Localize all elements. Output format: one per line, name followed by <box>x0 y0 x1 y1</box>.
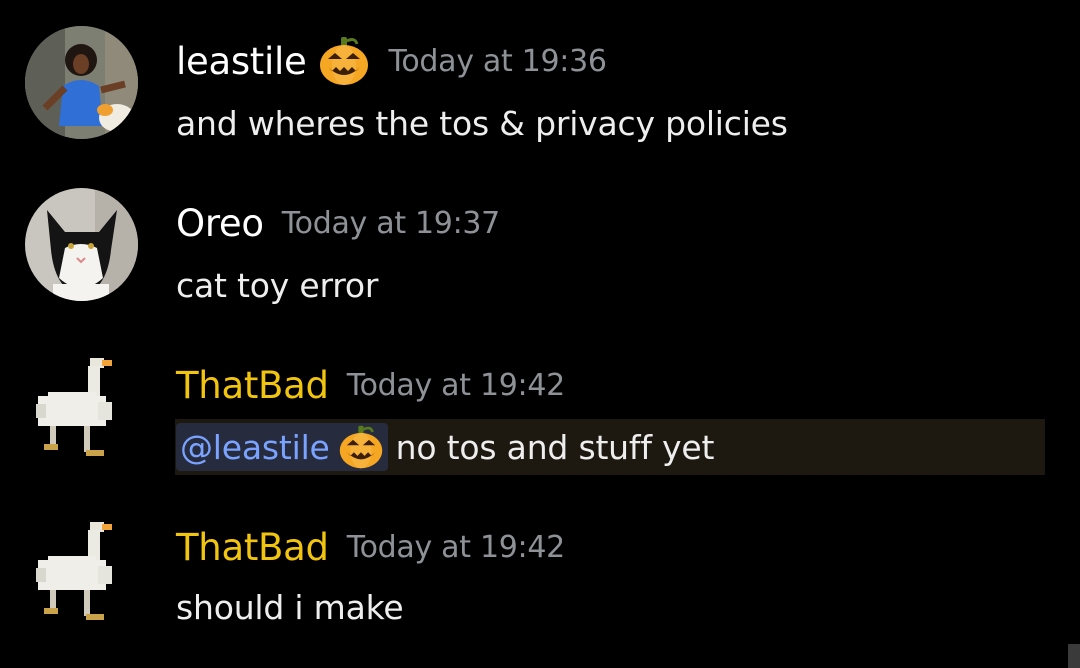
message-header: leastile Today at 19:36 <box>176 38 607 84</box>
username[interactable]: ThatBad <box>176 526 329 569</box>
username[interactable]: ThatBad <box>176 364 329 407</box>
mention-label: @leastile <box>180 427 330 467</box>
message-header: ThatBad Today at 19:42 <box>176 524 565 570</box>
message-header: Oreo Today at 19:37 <box>176 200 500 246</box>
scrollbar-thumb[interactable] <box>1068 644 1080 668</box>
timestamp: Today at 19:42 <box>346 529 566 565</box>
avatar-oreo[interactable] <box>25 188 138 301</box>
message-text-body: no tos and stuff yet <box>395 427 715 467</box>
timestamp: Today at 19:37 <box>281 205 501 241</box>
message-header: ThatBad Today at 19:42 <box>176 362 565 408</box>
message-text: cat toy error <box>176 266 379 305</box>
username[interactable]: Oreo <box>176 202 264 245</box>
message-text: @leastile no tos and stuff yet <box>176 423 714 471</box>
avatar-thatbad[interactable] <box>28 356 134 460</box>
avatar-thatbad[interactable] <box>28 520 134 624</box>
timestamp: Today at 19:42 <box>346 367 566 403</box>
username[interactable]: leastile <box>176 40 307 83</box>
avatar-leastile[interactable] <box>25 26 138 139</box>
message-text: should i make <box>176 588 404 627</box>
timestamp: Today at 19:36 <box>388 43 607 79</box>
jack-o-lantern-icon <box>338 424 384 470</box>
chat-messages: leastile Today at 19:36 and wheres the t… <box>0 0 1080 668</box>
user-mention[interactable]: @leastile <box>176 423 388 471</box>
jack-o-lantern-icon <box>318 35 370 87</box>
message-text: and wheres the tos & privacy policies <box>176 104 788 143</box>
